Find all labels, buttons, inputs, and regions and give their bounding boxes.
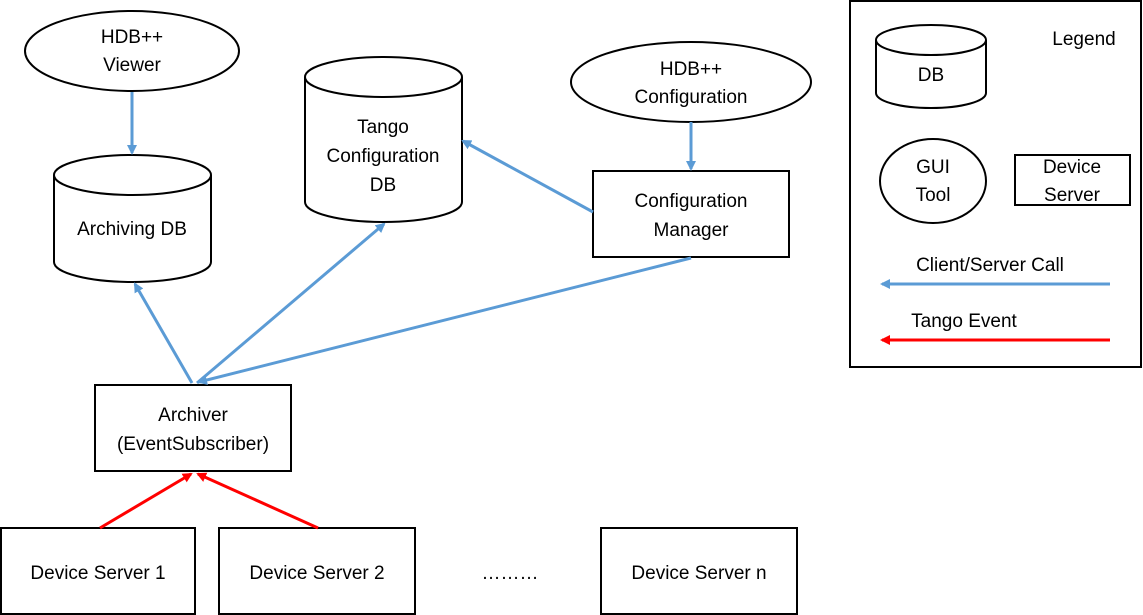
label: GUI <box>916 157 950 178</box>
label: (EventSubscriber) <box>117 434 269 455</box>
label: Manager <box>654 220 730 241</box>
label: Device Server 1 <box>30 563 165 584</box>
event-arrow-ds1-to-archiver <box>99 472 193 530</box>
label: Configuration <box>634 191 747 212</box>
label: Device Server n <box>631 563 766 584</box>
legend-title: Legend <box>1052 29 1115 50</box>
label: Tool <box>916 185 951 206</box>
legend-gui-tool: GUI Tool <box>879 138 987 224</box>
label: Device Server 2 <box>249 563 384 584</box>
legend-client-server-call-label: Client/Server Call <box>916 255 1064 276</box>
legend-tango-event-label: Tango Event <box>911 311 1017 332</box>
legend-device-server: Device Server <box>1014 154 1131 206</box>
architecture-diagram: HDB++ Viewer Archiving DB Tango Configur… <box>0 0 1142 615</box>
legend-db: DB <box>875 24 987 109</box>
label: DB <box>370 175 396 196</box>
event-arrow-ds2-to-archiver <box>196 472 319 530</box>
label: Device <box>1043 157 1101 178</box>
label: HDB++ <box>660 59 722 80</box>
archiver-node: Archiver (EventSubscriber) <box>94 384 292 472</box>
label: Archiver <box>158 405 228 426</box>
hdb-viewer-node: HDB++ Viewer <box>24 10 240 92</box>
label: Viewer <box>103 55 161 76</box>
device-server-n-node: Device Server n <box>600 527 798 615</box>
archiving-db-node: Archiving DB <box>53 154 212 283</box>
label: DB <box>918 65 944 86</box>
label: Server <box>1044 185 1101 206</box>
configuration-manager-node: Configuration Manager <box>592 170 790 258</box>
label: Archiving DB <box>77 219 187 240</box>
device-server-1-node: Device Server 1 <box>0 527 196 615</box>
arrow-config-manager-to-tango-db <box>461 139 594 214</box>
device-server-2-node: Device Server 2 <box>218 527 416 615</box>
label: Tango <box>357 117 409 138</box>
hdb-configuration-node: HDB++ Configuration <box>570 41 812 123</box>
label: HDB++ <box>101 27 163 48</box>
tango-configuration-db-node: Tango Configuration DB <box>304 56 463 223</box>
label: Configuration <box>326 146 439 167</box>
ellipsis-label: ……… <box>482 563 539 584</box>
legend: Legend DB GUI Tool Device Server Client/… <box>849 0 1142 368</box>
arrow-archiver-to-archiving-db <box>133 282 194 384</box>
label: Configuration <box>634 87 747 108</box>
